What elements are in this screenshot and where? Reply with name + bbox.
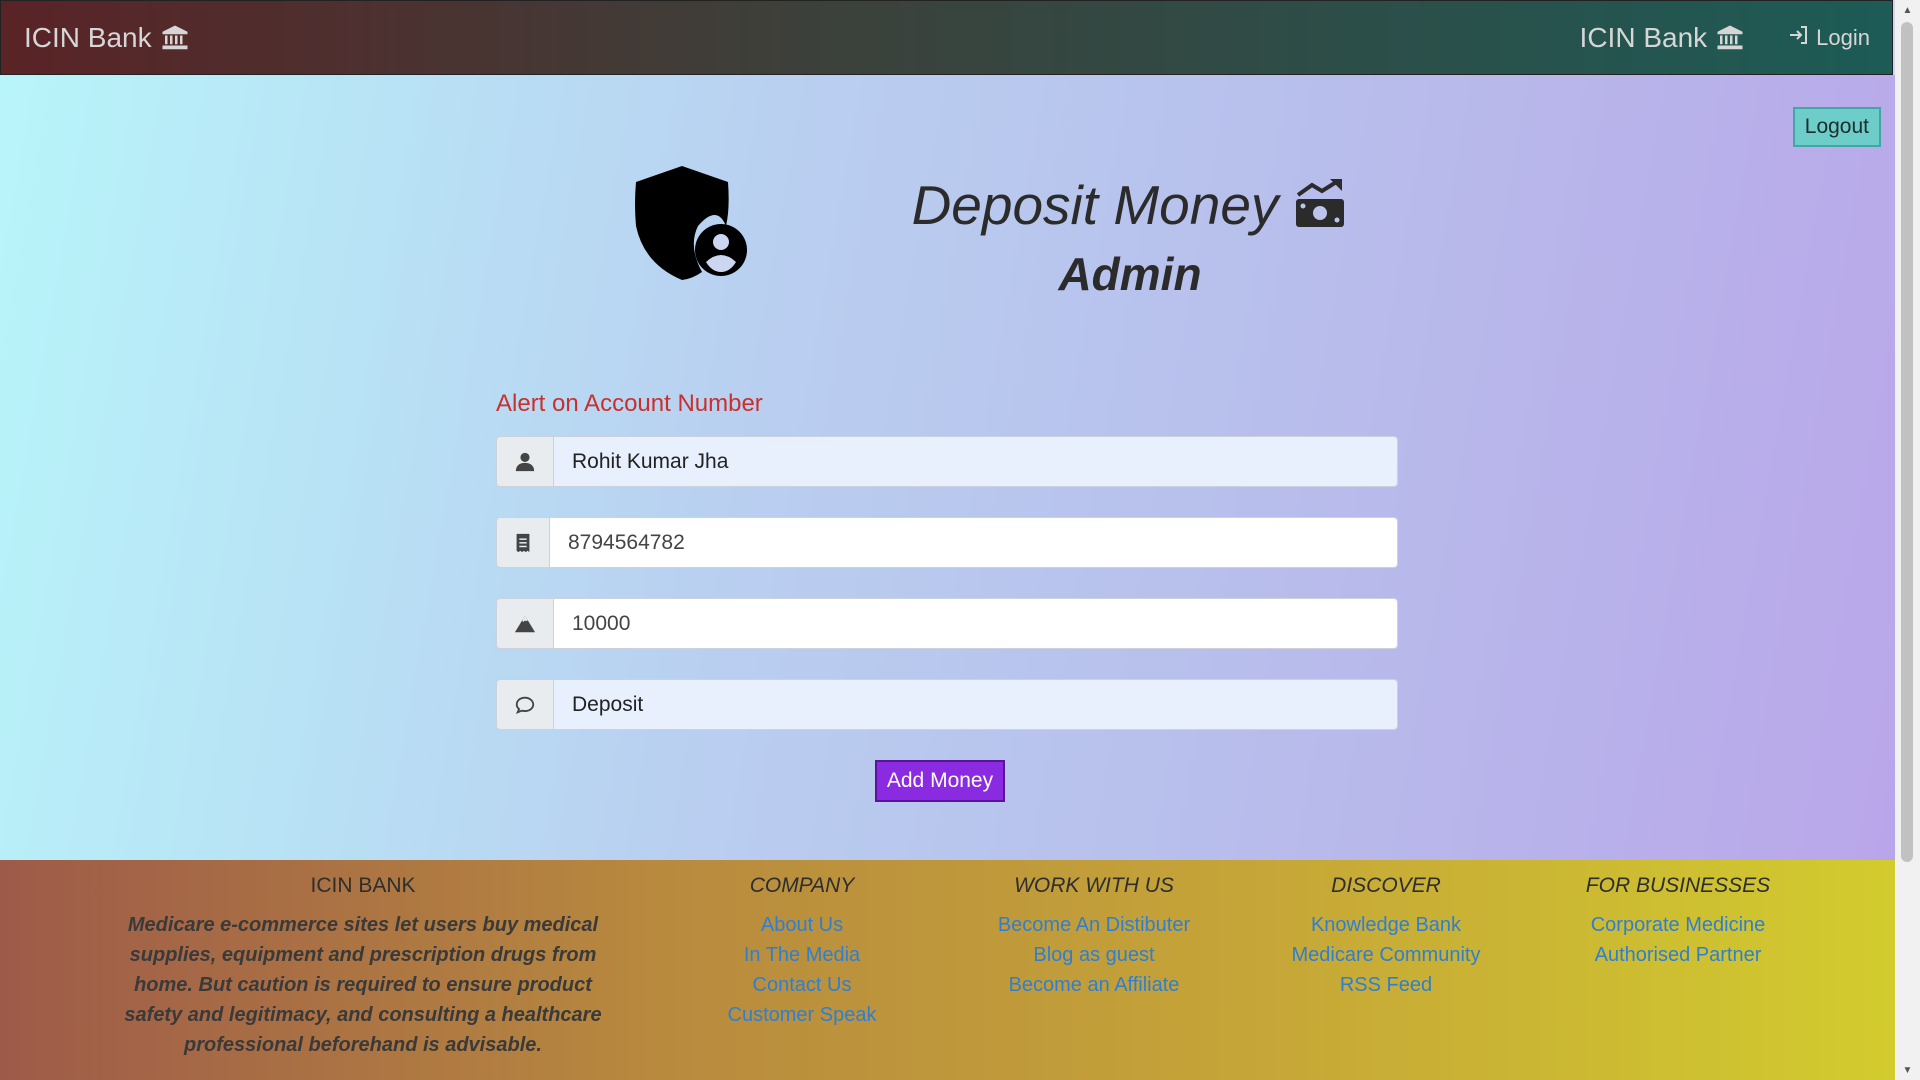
receipt-icon xyxy=(497,518,550,567)
comment-icon xyxy=(497,680,554,729)
nav-brand-right[interactable]: ICIN Bank xyxy=(1580,22,1746,54)
footer-heading-company: COMPANY xyxy=(749,874,855,897)
user-icon xyxy=(497,437,554,486)
brand-right-label: ICIN Bank xyxy=(1579,21,1708,53)
footer-link-media[interactable]: In The Media xyxy=(690,940,914,970)
footer-link-contact[interactable]: Contact Us xyxy=(690,970,914,1000)
add-money-button[interactable]: Add Money xyxy=(874,760,1006,802)
account-number-input[interactable] xyxy=(550,518,1397,567)
nav-brand-left[interactable]: ICIN Bank xyxy=(24,22,190,54)
login-link[interactable]: Login xyxy=(1787,23,1870,53)
footer-heading-discover: DISCOVER xyxy=(1331,874,1441,897)
account-field-group xyxy=(496,517,1398,568)
footer-link-affiliate[interactable]: Become an Affiliate xyxy=(974,970,1214,1000)
desc-line: home. But caution is required to ensure … xyxy=(134,974,592,996)
deposit-form: Alert on Account Number Rohit Kumar Jha … xyxy=(496,390,1398,802)
navbar: ICIN Bank ICIN Bank Login xyxy=(0,0,1893,75)
desc-line: professional beforehand is advisable. xyxy=(184,1034,542,1056)
footer-link-rss[interactable]: RSS Feed xyxy=(1266,970,1506,1000)
footer-link-community[interactable]: Medicare Community xyxy=(1266,940,1506,970)
scroll-up-icon[interactable]: ▲ xyxy=(1895,0,1920,20)
footer-heading-icin: ICIN BANK xyxy=(310,874,416,897)
footer-link-distributer[interactable]: Become An Distibuter xyxy=(974,910,1214,940)
page-heading: Deposit Money Admin xyxy=(880,173,1380,301)
footer-heading-work: WORK WITH US xyxy=(1014,874,1174,897)
footer-link-corporate[interactable]: Corporate Medicine xyxy=(1558,910,1798,940)
remark-field-group xyxy=(496,679,1398,730)
footer-description: Medicare e-commerce sites let users buy … xyxy=(103,910,623,1060)
alert-message: Alert on Account Number xyxy=(496,390,763,417)
footer-col-about: ICIN BANK Medicare e-commerce sites let … xyxy=(103,874,623,1060)
bank-icon xyxy=(1715,23,1745,53)
desc-line: Medicare e-commerce sites let users buy … xyxy=(127,914,599,936)
scroll-thumb[interactable] xyxy=(1901,22,1913,862)
footer-col-business: FOR BUSINESSES Corporate Medicine Author… xyxy=(1558,874,1798,970)
remark-input[interactable] xyxy=(554,680,1397,729)
footer: ICIN BANK Medicare e-commerce sites let … xyxy=(0,860,1895,1080)
submit-wrapper: Add Money xyxy=(496,760,1384,802)
amount-field-group xyxy=(496,598,1398,649)
scroll-down-icon[interactable]: ▼ xyxy=(1895,1060,1920,1080)
title-text: Deposit Money xyxy=(911,174,1279,236)
shield-user-icon xyxy=(632,164,750,282)
amount-input[interactable] xyxy=(554,599,1397,648)
footer-link-blog[interactable]: Blog as guest xyxy=(974,940,1214,970)
brand-label: ICIN Bank xyxy=(24,21,152,53)
page-title: Deposit Money xyxy=(880,173,1380,237)
bank-icon xyxy=(160,23,190,53)
main-content: Logout Deposit Money Admin Alert on Acco… xyxy=(0,75,1895,860)
mountain-icon xyxy=(497,599,554,648)
footer-heading-business: FOR BUSINESSES xyxy=(1585,874,1771,897)
scrollbar[interactable]: ▲ ▼ xyxy=(1895,0,1920,1080)
login-icon xyxy=(1787,23,1811,53)
footer-link-partner[interactable]: Authorised Partner xyxy=(1558,940,1798,970)
name-field-group xyxy=(496,436,1398,487)
money-chart-icon xyxy=(1292,177,1348,233)
footer-link-about[interactable]: About Us xyxy=(690,910,914,940)
footer-col-company: COMPANY About Us In The Media Contact Us… xyxy=(690,874,914,1030)
footer-link-knowledge[interactable]: Knowledge Bank xyxy=(1266,910,1506,940)
footer-link-customer-speak[interactable]: Customer Speak xyxy=(690,1000,914,1030)
nav-right: ICIN Bank Login xyxy=(1580,22,1870,54)
logout-button[interactable]: Logout xyxy=(1792,107,1881,147)
desc-line: supplies, equipment and prescription dru… xyxy=(129,944,597,966)
page-subtitle: Admin xyxy=(1058,248,1202,300)
footer-col-work: WORK WITH US Become An Distibuter Blog a… xyxy=(974,874,1214,1000)
desc-line: safety and legitimacy, and consulting a … xyxy=(124,1004,602,1026)
footer-col-discover: DISCOVER Knowledge Bank Medicare Communi… xyxy=(1266,874,1506,1000)
login-label: Login xyxy=(1816,24,1870,50)
name-input[interactable] xyxy=(554,437,1397,486)
